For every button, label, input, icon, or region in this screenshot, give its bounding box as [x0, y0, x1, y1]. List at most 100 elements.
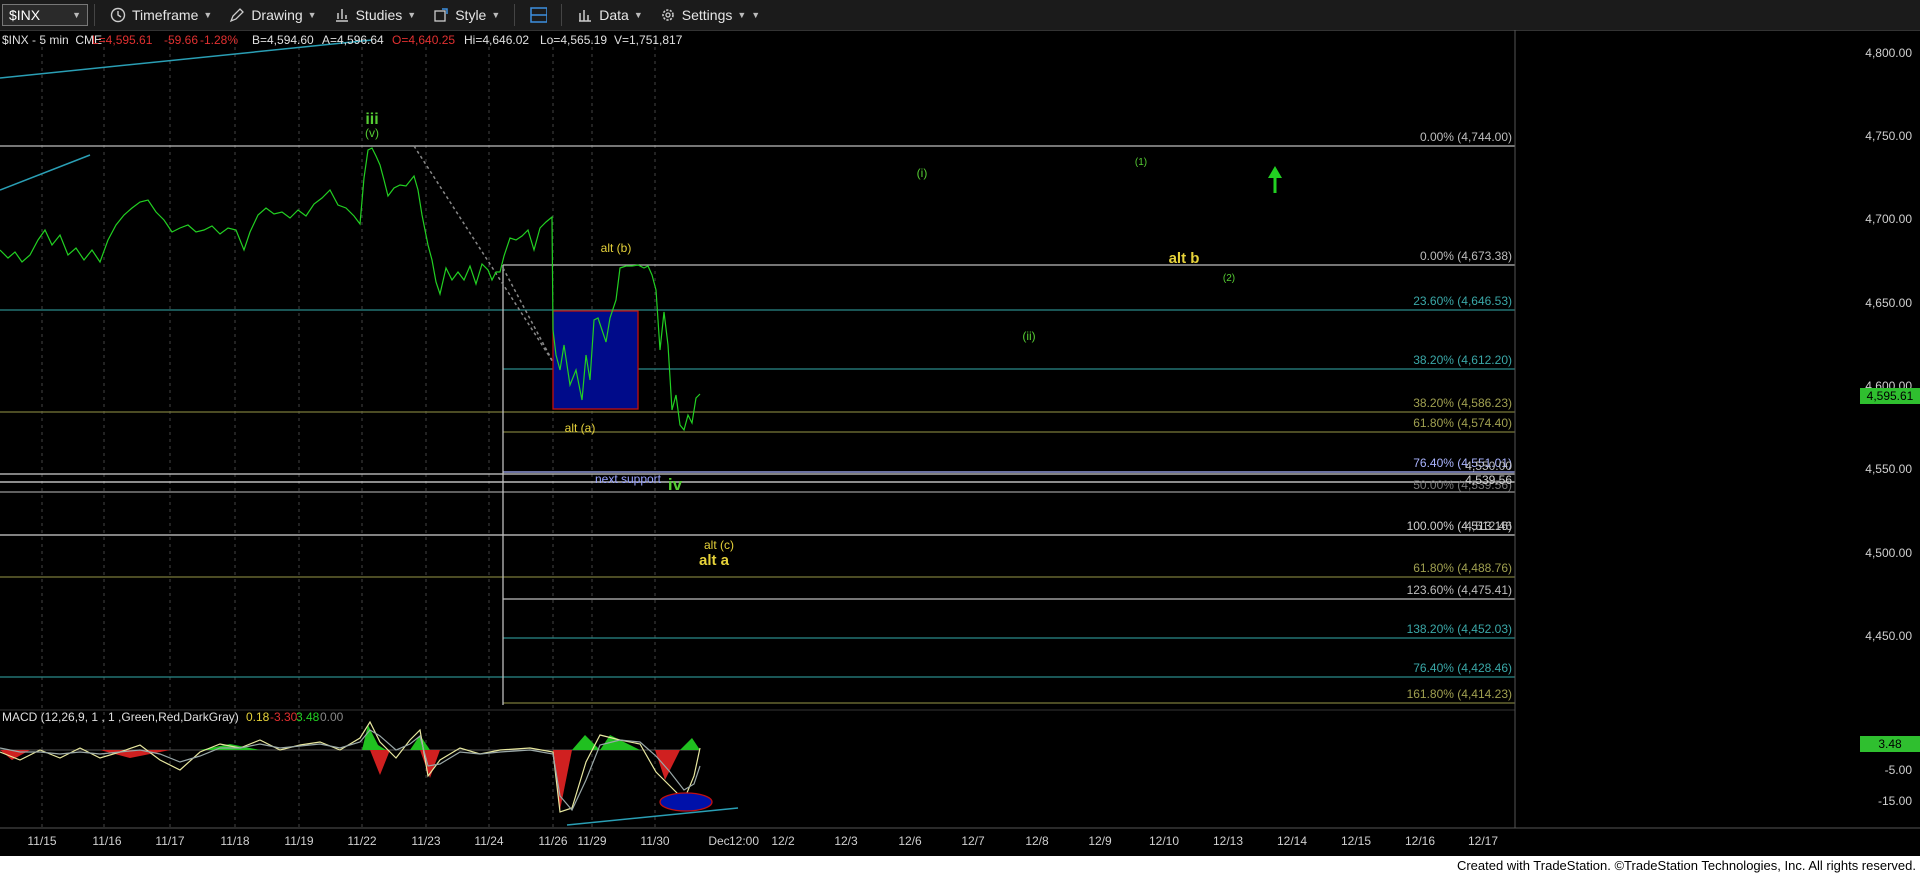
overlap-price-label: 4,512.46	[1465, 519, 1512, 533]
next-support-label: next support	[595, 472, 662, 486]
date-tick: 12/2	[771, 834, 795, 848]
date-tick: 12/15	[1341, 834, 1371, 848]
date-tick: 12/7	[961, 834, 985, 848]
studies-button[interactable]: Studies ▼	[325, 2, 425, 28]
fib-label: 161.80% (4,414.23)	[1407, 687, 1512, 701]
macd-value-1: 0.18	[246, 710, 270, 724]
open-value: O=4,640.25	[392, 33, 455, 47]
wave-label-alt-a-paren: alt (a)	[565, 421, 596, 435]
wave-label-1: (1)	[1135, 157, 1147, 168]
symbol-selector[interactable]: $INX ▼	[2, 4, 88, 26]
fib-levels	[0, 145, 1515, 705]
price-axis-labels: 4,800.00 4,750.00 4,700.00 4,650.00 4,60…	[1865, 46, 1912, 808]
fib-label: 123.60% (4,475.41)	[1407, 583, 1512, 597]
price-tick: 4,750.00	[1865, 129, 1912, 143]
bid-value: B=4,594.60	[252, 33, 314, 47]
date-tick: 11/19	[284, 834, 313, 848]
toolbar-divider	[94, 4, 95, 26]
lo-value: Lo=4,565.19	[540, 33, 607, 47]
bar-chart-icon	[576, 6, 594, 24]
studies-icon	[333, 6, 351, 24]
wave-label-i: (i)	[917, 166, 928, 180]
date-tick: 12:00	[729, 834, 759, 848]
fib-label: 61.80% (4,488.76)	[1413, 561, 1512, 575]
fib-label: 0.00% (4,673.38)	[1420, 249, 1512, 263]
style-label: Style	[455, 7, 487, 23]
current-price-tag: 4,595.61	[1860, 388, 1920, 404]
pencil-icon	[228, 6, 246, 24]
price-tick: 4,700.00	[1865, 212, 1912, 226]
layout-button[interactable]	[521, 2, 555, 28]
price-chart[interactable]: 4,800.00 4,750.00 4,700.00 4,650.00 4,60…	[0, 30, 1920, 876]
data-button[interactable]: Data ▼	[568, 2, 651, 28]
macd-tick: -5.00	[1885, 763, 1913, 777]
clock-icon	[109, 6, 127, 24]
instrument-label: $INX - 5 min CME	[2, 33, 102, 47]
wave-label-alt-b: alt b	[1169, 250, 1200, 267]
up-arrow-icon	[1268, 166, 1282, 193]
fib-label: 38.20% (4,586.23)	[1413, 396, 1512, 410]
volume-value: V=1,751,817	[614, 33, 683, 47]
high-value: Hi=4,646.02	[464, 33, 529, 47]
style-icon	[432, 6, 450, 24]
chevron-down-icon: ▼	[737, 10, 747, 20]
window-layout-icon	[529, 6, 548, 24]
price-tick: 4,500.00	[1865, 546, 1912, 560]
date-tick: 12/13	[1213, 834, 1243, 848]
price-tick: 4,550.00	[1865, 462, 1912, 476]
chevron-down-icon: ▼	[307, 10, 317, 20]
timeframe-label: Timeframe	[132, 7, 199, 23]
date-tick: 12/10	[1149, 834, 1179, 848]
date-tick: 11/17	[155, 834, 184, 848]
macd-value-3: 3.48	[296, 710, 320, 724]
low-value: L=4,595.61	[92, 33, 153, 47]
style-button[interactable]: Style ▼	[424, 2, 508, 28]
chevron-down-icon: ▼	[491, 10, 501, 20]
macd-lines	[0, 720, 701, 813]
price-tick: 4,650.00	[1865, 296, 1912, 310]
date-tick: Dec	[708, 834, 729, 848]
studies-label: Studies	[355, 7, 403, 23]
price-tick: 4,450.00	[1865, 629, 1912, 643]
date-tick: 12/6	[898, 834, 922, 848]
date-tick: 11/26	[538, 834, 567, 848]
change-pct: -1.28%	[200, 33, 238, 47]
wave-label-ii: (ii)	[1022, 329, 1035, 343]
wave-label-alt-c: alt (c)	[704, 538, 734, 552]
wave-label-iv: iv	[668, 475, 683, 494]
overlap-price-label: 4,550.00	[1465, 459, 1512, 473]
fib-label: 76.40% (4,428.46)	[1413, 661, 1512, 675]
date-tick: 11/22	[347, 834, 376, 848]
fib-label: 23.60% (4,646.53)	[1413, 294, 1512, 308]
overlap-price-label: 4,539.56	[1465, 473, 1512, 487]
macd-value-4: 0.00	[320, 710, 344, 724]
chevron-down-icon: ▼	[407, 10, 417, 20]
macd-label: MACD (12,26,9, 1 , 1 ,Green,Red,DarkGray…	[2, 710, 239, 724]
symbol-value: $INX	[9, 7, 41, 23]
fib-label: 138.20% (4,452.03)	[1407, 622, 1512, 636]
drawing-label: Drawing	[251, 7, 303, 23]
macd-value-2: -3.30	[270, 710, 298, 724]
toolbar-overflow-icon[interactable]: ▼	[751, 10, 760, 20]
fib-level-labels: 0.00% (4,744.00) 0.00% (4,673.38) 23.60%…	[1407, 130, 1513, 701]
wave-label-alt-b-paren: alt (b)	[601, 241, 632, 255]
toolbar-divider	[514, 4, 516, 26]
macd-tick: -15.00	[1878, 794, 1912, 808]
date-tick: 12/3	[834, 834, 858, 848]
macd-histogram	[0, 725, 700, 810]
date-tick: 11/15	[27, 834, 56, 848]
timeframe-button[interactable]: Timeframe ▼	[101, 2, 220, 28]
date-tick: 11/24	[474, 834, 503, 848]
chevron-down-icon: ▼	[203, 10, 213, 20]
footer-credit: Created with TradeStation. ©TradeStation…	[0, 856, 1920, 876]
settings-button[interactable]: Settings ▼ ▼	[651, 2, 768, 28]
ask-value: A=4,596.64	[322, 33, 384, 47]
date-tick: 11/18	[220, 834, 249, 848]
macd-divergence-marker	[659, 792, 713, 812]
footer-text: Created with TradeStation. ©TradeStation…	[1456, 858, 1916, 873]
date-tick: 12/8	[1025, 834, 1049, 848]
fib-label: 38.20% (4,612.20)	[1413, 353, 1512, 367]
drawing-button[interactable]: Drawing ▼	[220, 2, 324, 28]
date-tick: 12/14	[1277, 834, 1307, 848]
settings-label: Settings	[681, 7, 733, 23]
